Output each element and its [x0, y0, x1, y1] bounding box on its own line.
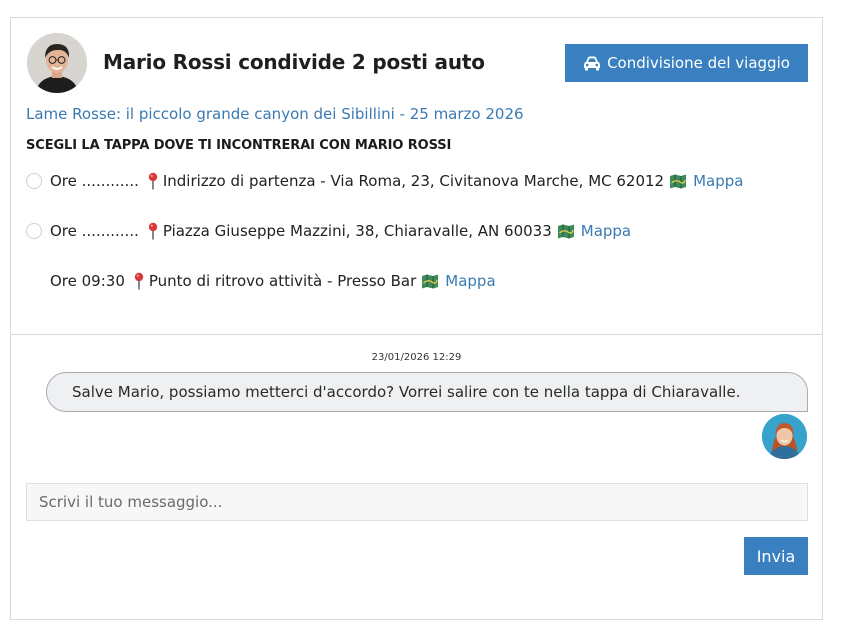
page-title: Mario Rossi condivide 2 posti auto: [103, 50, 485, 74]
sender-avatar-image: [762, 414, 807, 459]
section-divider: [11, 334, 822, 335]
pushpin-icon: [148, 172, 158, 190]
stop-address: Punto di ritrovo attività - Presso Bar: [148, 272, 417, 290]
map-icon: [670, 174, 687, 188]
share-trip-button-label: Condivisione del viaggio: [607, 54, 790, 72]
pushpin-icon: [148, 222, 158, 240]
share-trip-button[interactable]: Condivisione del viaggio: [565, 44, 808, 82]
stop-time: Ore ............: [50, 222, 139, 240]
map-icon: [557, 224, 574, 238]
carpool-card: Mario Rossi condivide 2 posti auto Condi…: [10, 17, 823, 620]
stop-option: Ore 09:30 Punto di ritrovo attività - Pr…: [26, 270, 496, 292]
message-timestamp: 23/01/2026 12:29: [371, 352, 462, 363]
stop-option: Ore ............ Indirizzo di partenza -…: [26, 170, 743, 192]
send-button[interactable]: Invia: [744, 537, 808, 575]
stop-time: Ore 09:30: [50, 272, 125, 290]
message-input[interactable]: [26, 483, 808, 521]
driver-avatar: [27, 33, 87, 93]
map-link[interactable]: Mappa: [693, 172, 743, 190]
event-link[interactable]: Lame Rosse: il piccolo grande canyon dei…: [26, 105, 524, 123]
stops-heading: SCEGLI LA TAPPA DOVE TI INCONTRERAI CON …: [26, 138, 452, 153]
stop-radio[interactable]: [26, 173, 42, 189]
sender-avatar: [762, 414, 807, 459]
stop-address: Indirizzo di partenza - Via Roma, 23, Ci…: [162, 172, 665, 190]
stop-radio[interactable]: [26, 223, 42, 239]
chat-message-text: Salve Mario, possiamo metterci d'accordo…: [72, 383, 741, 401]
chat-message-bubble: Salve Mario, possiamo metterci d'accordo…: [46, 372, 808, 412]
stop-option: Ore ............ Piazza Giuseppe Mazzini…: [26, 220, 631, 242]
stop-time: Ore ............: [50, 172, 139, 190]
driver-avatar-image: [27, 33, 87, 93]
map-link[interactable]: Mappa: [581, 222, 631, 240]
stop-address: Piazza Giuseppe Mazzini, 38, Chiaravalle…: [162, 222, 552, 240]
map-icon: [422, 274, 439, 288]
pushpin-icon: [134, 272, 144, 290]
map-link[interactable]: Mappa: [445, 272, 495, 290]
car-icon: [584, 56, 601, 71]
